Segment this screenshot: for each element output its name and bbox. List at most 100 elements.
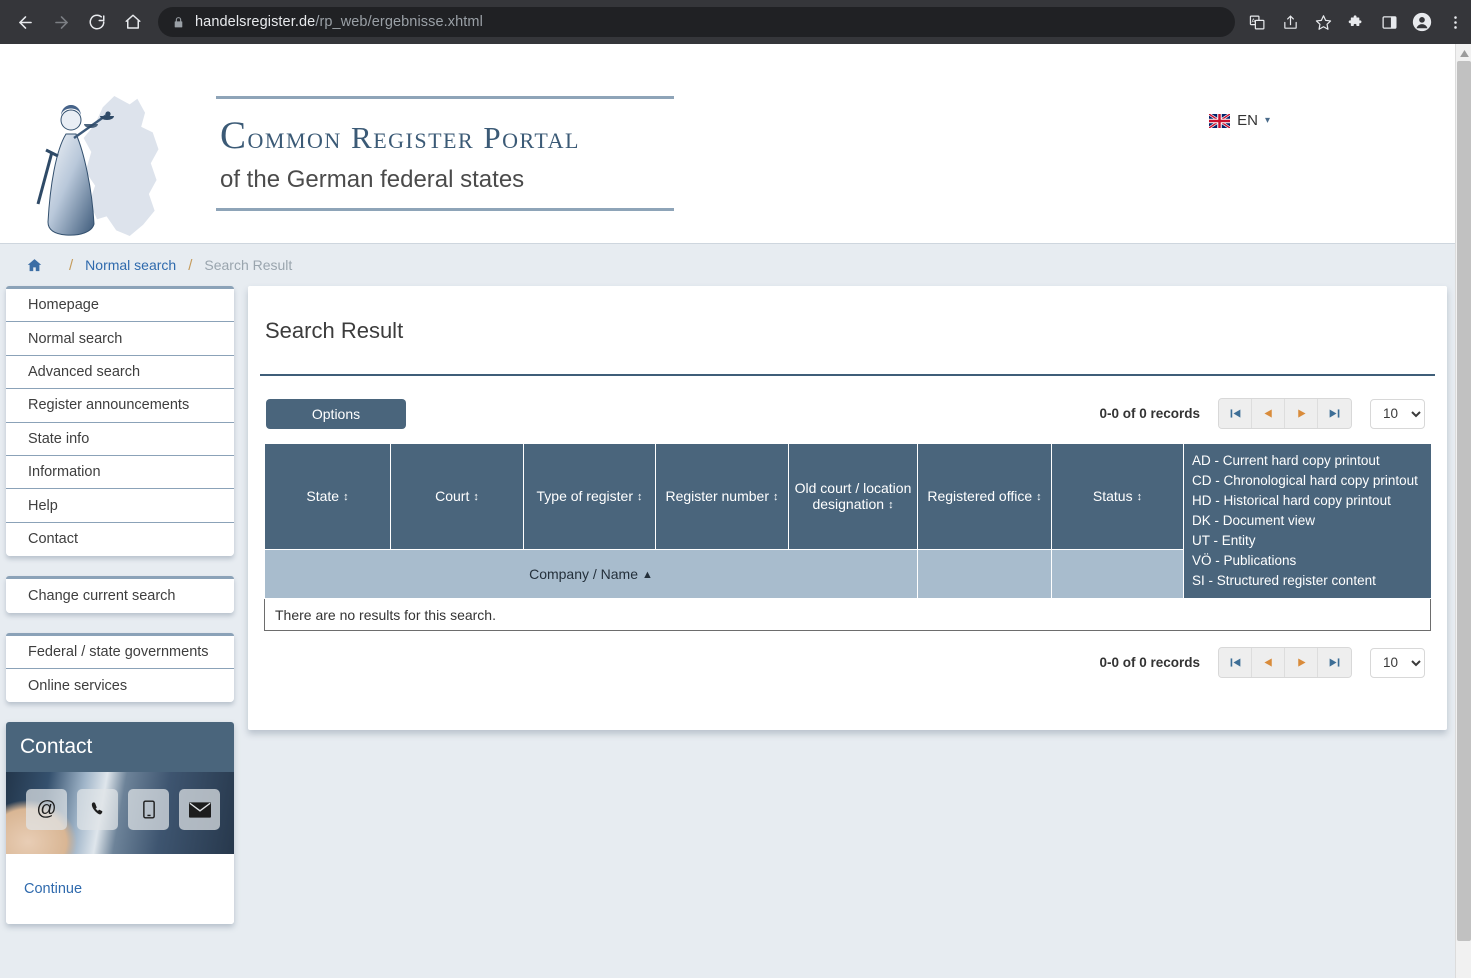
- column-header-old-court-location-designation[interactable]: Old court / location designation ↕: [788, 443, 918, 550]
- column-header-state[interactable]: State ↕: [264, 443, 391, 550]
- site-logo[interactable]: Common Register Portal of the German fed…: [32, 92, 676, 238]
- column-header-court[interactable]: Court ↕: [390, 443, 524, 550]
- contact-card: Contact @ Continue: [6, 722, 234, 925]
- breadcrumb-separator: /: [69, 256, 74, 274]
- browser-toolbar: handelsregister.de/rp_web/ergebnisse.xht…: [0, 0, 1471, 44]
- sidebar: Homepage Normal search Advanced search R…: [6, 286, 234, 925]
- contact-continue-link[interactable]: Continue: [24, 881, 82, 897]
- sidebar-item-label: Register announcements: [28, 397, 190, 414]
- sidebar-item-label: Help: [28, 497, 58, 514]
- reload-icon[interactable]: [80, 5, 114, 39]
- language-selector[interactable]: EN ▾: [1209, 112, 1270, 129]
- last-page-button-bottom[interactable]: [1318, 648, 1351, 677]
- legend-item-vo: VÖ - Publications: [1192, 553, 1297, 568]
- site-header: Common Register Portal of the German fed…: [0, 44, 1455, 244]
- sidebar-item-label: Homepage: [28, 297, 99, 314]
- sidebar-item-homepage[interactable]: Homepage: [6, 289, 234, 323]
- sort-indicator-icon: ↕: [473, 491, 479, 504]
- column-header-company-name[interactable]: Company / Name ▲: [264, 548, 918, 600]
- sort-indicator-icon: ↕: [1036, 491, 1042, 504]
- search-results-table: State ↕ Court ↕ Type of register ↕ Register…: [264, 443, 1432, 600]
- telephone-handset-icon: [77, 789, 118, 831]
- sidebar-item-advanced-search[interactable]: Advanced search: [6, 355, 234, 390]
- mobile-phone-icon: [128, 789, 169, 831]
- scrollbar-thumb[interactable]: [1457, 61, 1471, 941]
- home-icon[interactable]: [116, 5, 150, 39]
- sidebar-item-label: Online services: [28, 677, 128, 694]
- legend-item-ad: AD - Current hard copy printout: [1192, 453, 1380, 468]
- column-label: Register number: [665, 488, 770, 505]
- contact-card-footer: Continue: [6, 854, 234, 925]
- chevron-down-icon: ▾: [1264, 115, 1270, 126]
- address-bar[interactable]: handelsregister.de/rp_web/ergebnisse.xht…: [158, 7, 1235, 37]
- page-scrollbar[interactable]: [1455, 44, 1471, 978]
- first-page-button-bottom[interactable]: [1219, 648, 1252, 677]
- sidebar-menu-primary: Homepage Normal search Advanced search R…: [6, 286, 234, 557]
- profile-avatar-icon[interactable]: [1406, 6, 1438, 38]
- column-label: Type of register: [536, 488, 634, 505]
- url-host: handelsregister.de: [195, 14, 316, 30]
- legend-item-si: SI - Structured register content: [1192, 573, 1376, 588]
- last-page-button[interactable]: [1318, 399, 1351, 428]
- page-portal-title: Common Register Portal: [216, 99, 676, 166]
- column-label: Company / Name: [529, 565, 639, 582]
- forward-arrow-icon[interactable]: [44, 5, 78, 39]
- status-legend: AD - Current hard copy printout CD - Chr…: [1183, 443, 1432, 599]
- share-icon[interactable]: [1274, 6, 1306, 38]
- bookmark-star-icon[interactable]: [1307, 6, 1339, 38]
- pagination-buttons: [1218, 398, 1352, 429]
- table-header-row: State ↕ Court ↕ Type of register ↕ Register…: [264, 443, 1432, 599]
- options-button[interactable]: Options: [266, 398, 406, 429]
- previous-page-button-bottom[interactable]: [1252, 648, 1285, 677]
- envelope-icon: [179, 789, 220, 831]
- record-count-label: 0-0 of 0 records: [1099, 406, 1200, 421]
- sidebar-item-federal-state-governments[interactable]: Federal / state governments: [6, 635, 234, 669]
- rows-per-page-select-top[interactable]: 10 25 50 100: [1370, 398, 1425, 429]
- rows-per-page-select-bottom[interactable]: 10 25 50 100: [1370, 647, 1425, 678]
- previous-page-button[interactable]: [1252, 399, 1285, 428]
- sidebar-item-label: Federal / state governments: [28, 643, 209, 660]
- url-text: handelsregister.de/rp_web/ergebnisse.xht…: [195, 14, 483, 30]
- column-header-register-number[interactable]: Register number ↕: [655, 443, 789, 550]
- contact-photo-icon-group: @: [26, 789, 220, 831]
- scroll-up-arrow-icon[interactable]: [1456, 46, 1471, 60]
- first-page-button[interactable]: [1219, 399, 1252, 428]
- language-code-label: EN: [1237, 112, 1258, 129]
- sidebar-item-contact[interactable]: Contact: [6, 522, 234, 557]
- translate-icon[interactable]: A: [1241, 6, 1273, 38]
- sort-indicator-icon: ↕: [637, 491, 643, 504]
- three-dot-menu-icon[interactable]: [1439, 6, 1471, 38]
- sidebar-item-label: Normal search: [28, 330, 123, 347]
- sidebar-item-register-announcements[interactable]: Register announcements: [6, 389, 234, 423]
- column-label: Court: [435, 488, 470, 505]
- pagination-buttons-bottom: [1218, 647, 1352, 678]
- pagination-top: 0-0 of 0 records 10: [1099, 398, 1425, 429]
- justitia-germany-map-logo-icon: [32, 92, 174, 238]
- results-toolbar: Options 0-0 of 0 records 10: [248, 376, 1447, 429]
- sidebar-item-information[interactable]: Information: [6, 455, 234, 490]
- next-page-button-bottom[interactable]: [1285, 648, 1318, 677]
- column-header-registered-office[interactable]: Registered office ↕: [917, 443, 1052, 550]
- sidebar-item-state-info[interactable]: State info: [6, 422, 234, 456]
- breadcrumb-link-normal-search[interactable]: Normal search: [85, 257, 176, 273]
- side-panel-icon[interactable]: [1373, 6, 1405, 38]
- legend-item-dk: DK - Document view: [1192, 513, 1316, 528]
- browser-nav-buttons: [0, 5, 150, 39]
- breadcrumb-home-icon[interactable]: [26, 257, 43, 274]
- breadcrumb-separator-2: /: [188, 256, 193, 274]
- sidebar-item-online-services[interactable]: Online services: [6, 668, 234, 703]
- uk-flag-icon: [1209, 113, 1231, 128]
- title-initial-cap: C: [220, 114, 248, 157]
- sidebar-item-normal-search[interactable]: Normal search: [6, 322, 234, 356]
- sidebar-item-change-current-search[interactable]: Change current search: [6, 579, 234, 613]
- sidebar-item-help[interactable]: Help: [6, 489, 234, 523]
- column-header-status[interactable]: Status ↕: [1051, 443, 1184, 550]
- extensions-puzzle-icon[interactable]: [1340, 6, 1372, 38]
- breadcrumb: / Normal search / Search Result: [0, 244, 1455, 286]
- column-label: State: [306, 488, 340, 505]
- back-arrow-icon[interactable]: [8, 5, 42, 39]
- sidebar-item-label: State info: [28, 430, 90, 447]
- column-header-type-of-register[interactable]: Type of register ↕: [523, 443, 656, 550]
- next-page-button[interactable]: [1285, 399, 1318, 428]
- sort-indicator-icon: ↕: [1136, 491, 1143, 504]
